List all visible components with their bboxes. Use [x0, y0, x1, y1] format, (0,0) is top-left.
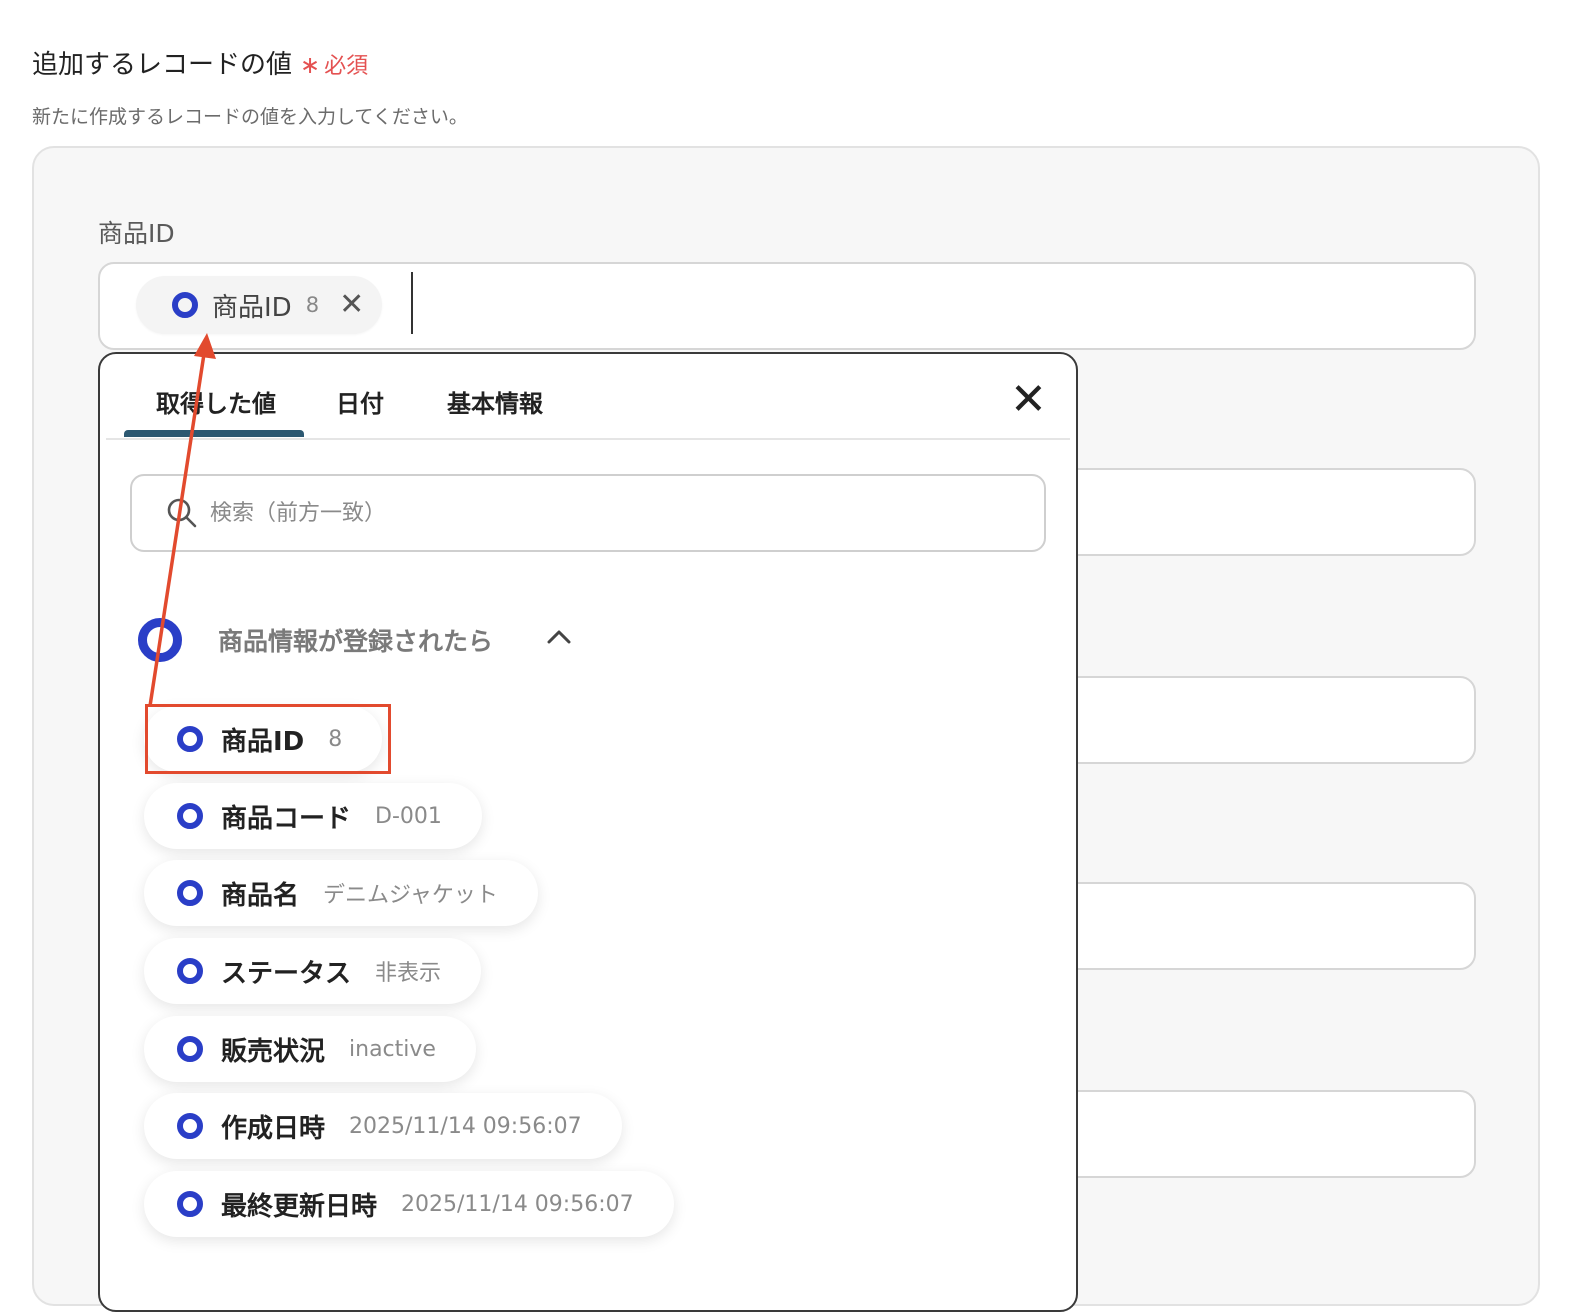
annotation-arrow — [148, 333, 216, 707]
